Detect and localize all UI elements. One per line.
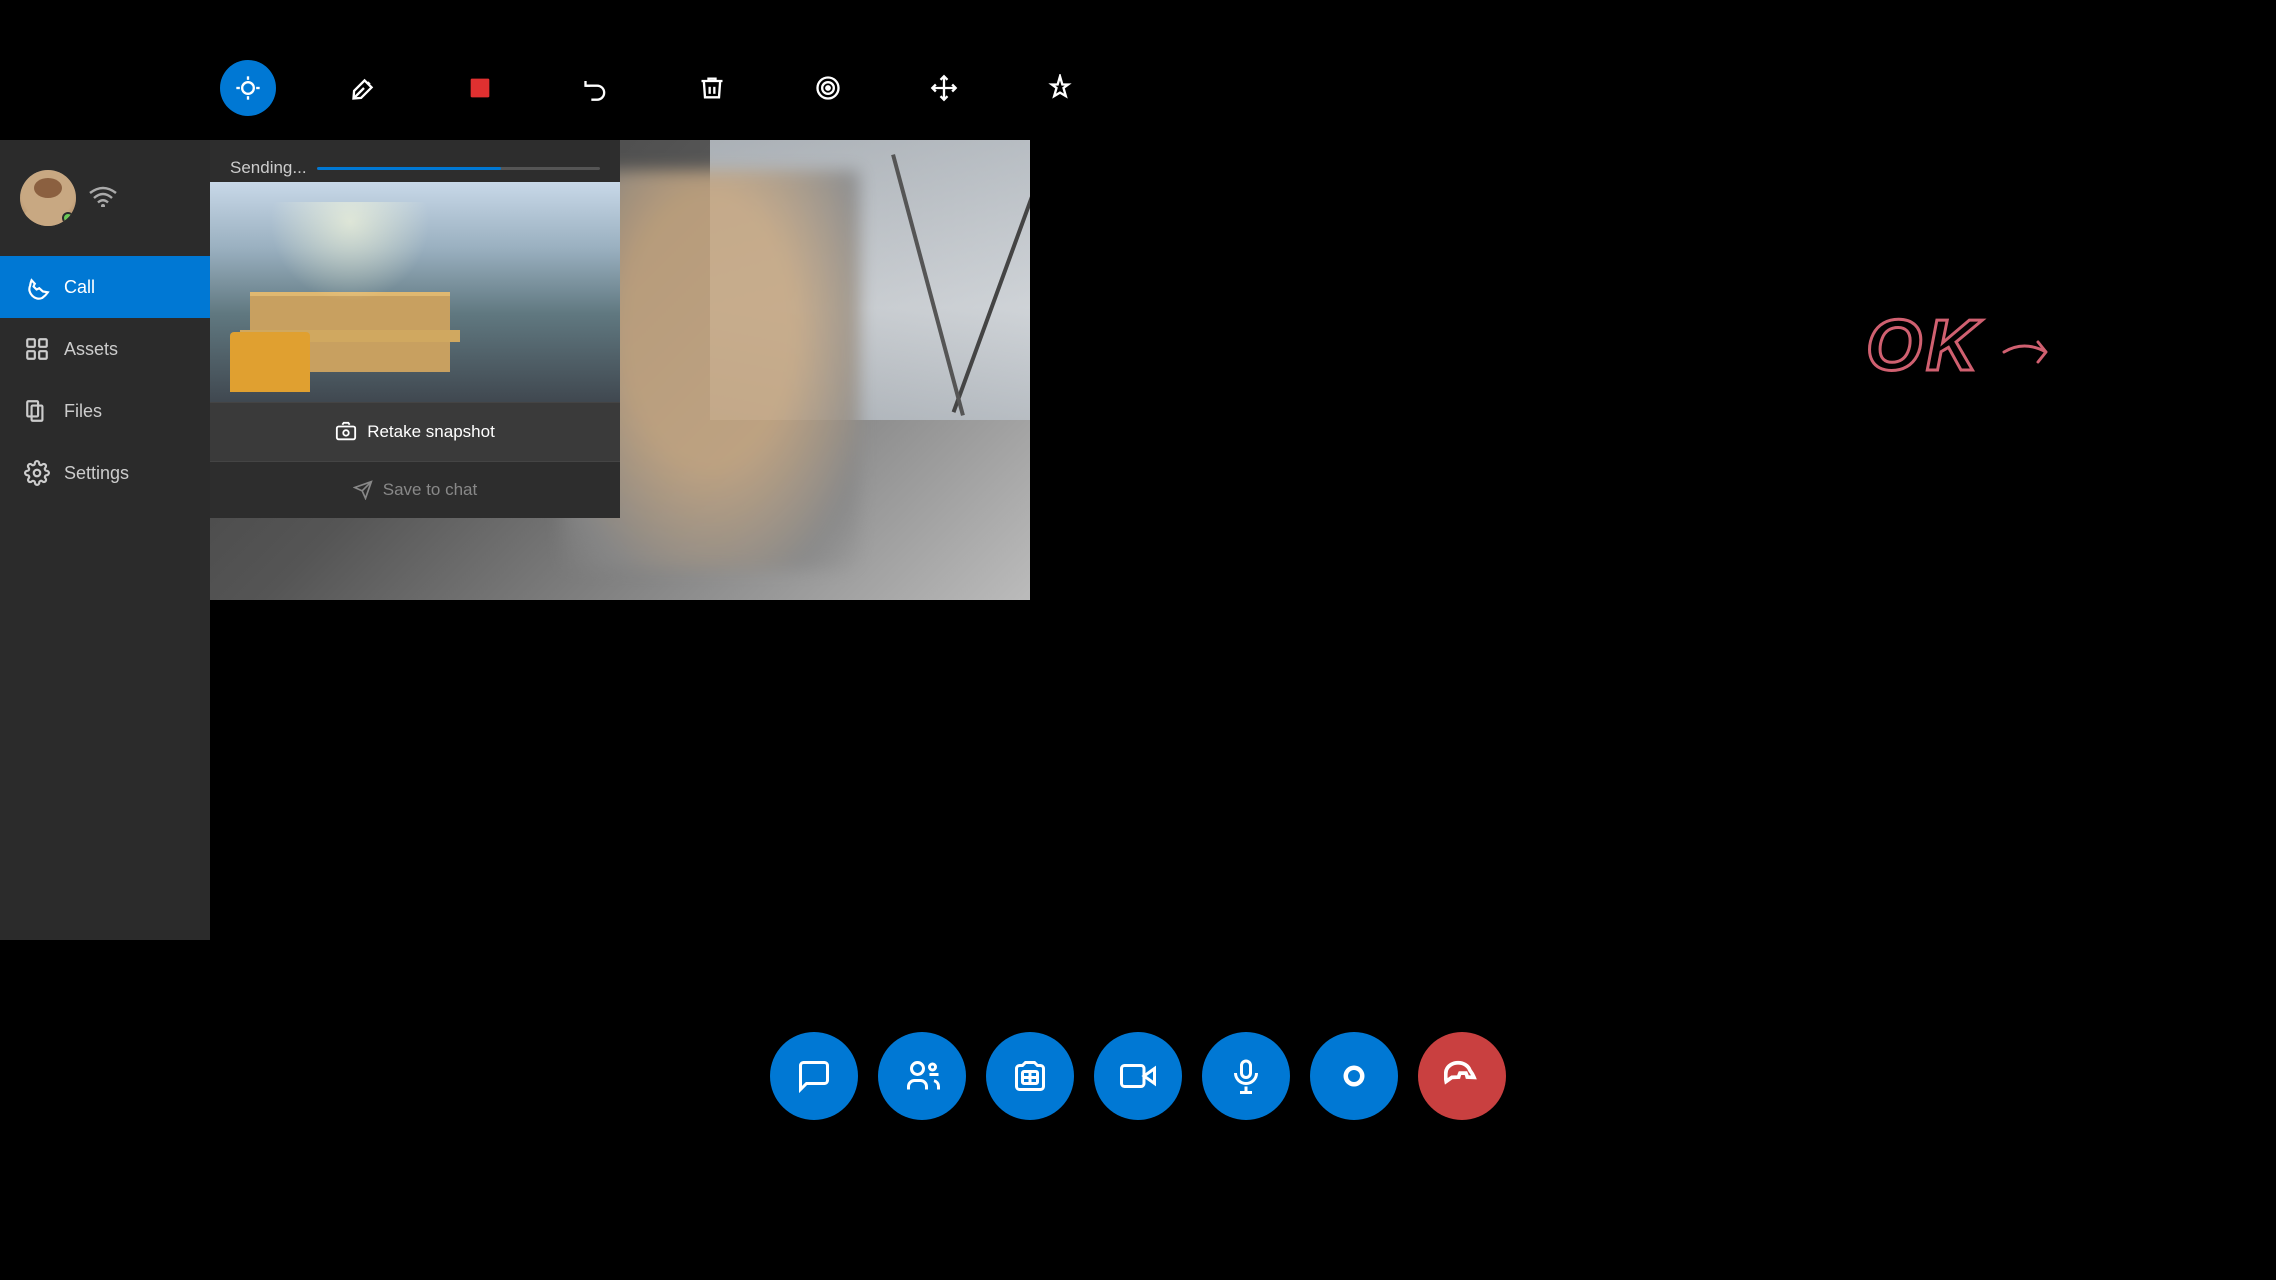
annotation-arrow-lower (2038, 352, 2046, 362)
annotation-svg: OK (1856, 290, 2076, 410)
sidebar: Call Assets Files Setti (0, 140, 210, 940)
record-button[interactable] (1310, 1032, 1398, 1120)
wifi-icon (88, 183, 118, 214)
retake-snapshot-button[interactable]: Retake snapshot (210, 402, 620, 461)
participants-icon (904, 1058, 940, 1094)
snapshot-button[interactable] (986, 1032, 1074, 1120)
factory-light (270, 202, 430, 302)
chat-icon (796, 1058, 832, 1094)
snapshot-panel: Sending... Retake snapshot Save to chat (210, 140, 620, 518)
snapshot-image (210, 182, 620, 402)
annotation-text: OK (1866, 306, 1983, 386)
chat-button[interactable] (770, 1032, 858, 1120)
sidebar-item-settings[interactable]: Settings (0, 442, 210, 504)
sending-progress-fill (317, 167, 501, 170)
avatar (20, 170, 76, 226)
save-label: Save to chat (383, 480, 478, 500)
send-icon (353, 480, 373, 500)
avatar-row (0, 150, 210, 246)
sidebar-assets-label: Assets (64, 339, 118, 360)
record-icon (1336, 1058, 1372, 1094)
camera-icon (1120, 1058, 1156, 1094)
sidebar-item-call[interactable]: Call (0, 256, 210, 318)
sidebar-item-assets[interactable]: Assets (0, 318, 210, 380)
move-button[interactable] (916, 60, 972, 116)
hangup-button[interactable] (1418, 1032, 1506, 1120)
rect-tool-button[interactable] (452, 60, 508, 116)
save-to-chat-button[interactable]: Save to chat (210, 461, 620, 518)
sending-label: Sending... (230, 158, 307, 178)
pin-button[interactable] (1032, 60, 1088, 116)
undo-button[interactable] (568, 60, 624, 116)
hangup-icon (1444, 1058, 1480, 1094)
snapshot-icon (1012, 1058, 1048, 1094)
microphone-button[interactable] (1202, 1032, 1290, 1120)
microphone-icon (1228, 1058, 1264, 1094)
online-status-dot (62, 212, 74, 224)
factory-forklift (230, 332, 310, 392)
retake-label: Retake snapshot (367, 422, 495, 442)
toolbar (220, 60, 1088, 116)
sidebar-call-label: Call (64, 277, 95, 298)
pointer-tool-button[interactable] (220, 60, 276, 116)
sending-row: Sending... (210, 140, 620, 182)
annotation-arrow (2004, 342, 2046, 352)
sidebar-nav: Call Assets Files Setti (0, 256, 210, 504)
bottom-controls (770, 1032, 1506, 1120)
pen-tool-button[interactable] (336, 60, 392, 116)
sidebar-files-label: Files (64, 401, 102, 422)
sending-progress-bar (317, 167, 600, 170)
retake-icon (335, 421, 357, 443)
annotation-ok: OK (1856, 290, 2076, 415)
delete-button[interactable] (684, 60, 740, 116)
sidebar-item-files[interactable]: Files (0, 380, 210, 442)
target-button[interactable] (800, 60, 856, 116)
sidebar-settings-label: Settings (64, 463, 129, 484)
camera-button[interactable] (1094, 1032, 1182, 1120)
participants-button[interactable] (878, 1032, 966, 1120)
